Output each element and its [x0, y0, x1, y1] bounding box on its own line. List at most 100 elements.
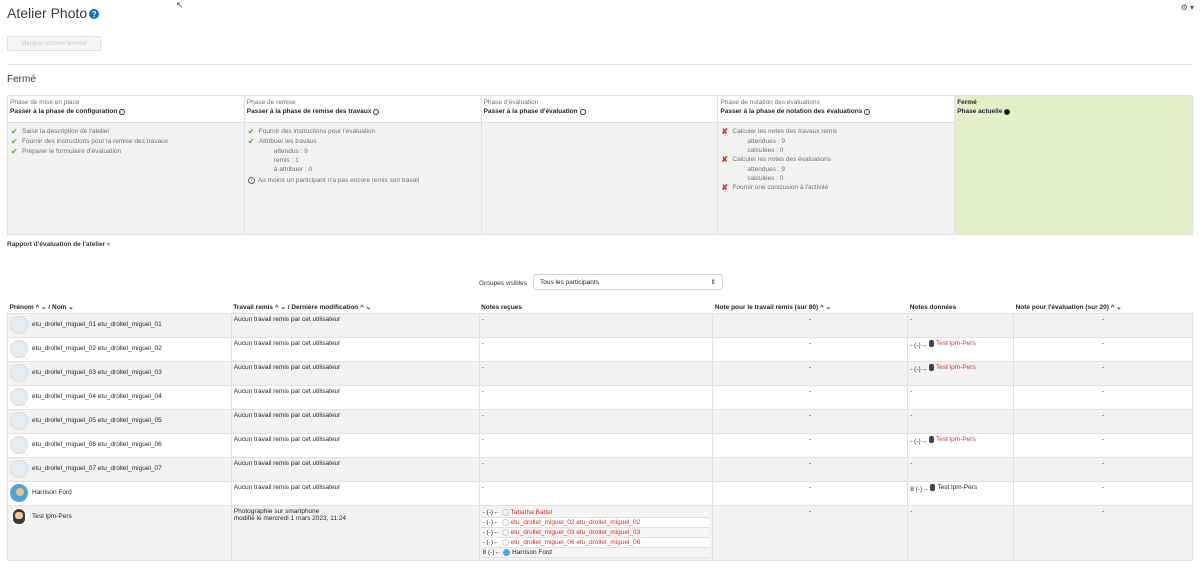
- task-detail: remis : 1: [273, 157, 299, 164]
- received-cell: -: [478, 433, 714, 458]
- task-detail: à attribuer : 0: [273, 166, 313, 173]
- phase-setup-switch[interactable]: Passer à la phase de configuration: [10, 107, 242, 116]
- submission-title-link[interactable]: Photographie sur smartphone: [234, 508, 477, 515]
- column-header-subgrade[interactable]: Note pour le travail remis (sur 80) ^ ⌄: [712, 301, 908, 314]
- task-item[interactable]: ✔ Fournir des instructions pour l'évaluat…: [248, 127, 478, 137]
- divider: [7, 64, 1193, 65]
- sort-up-icon[interactable]: ^: [1111, 304, 1115, 311]
- radio-empty-icon[interactable]: [579, 108, 586, 115]
- avatar[interactable]: [10, 508, 28, 526]
- phase-evaluation: Phase de notation des évaluations Passer…: [718, 96, 956, 234]
- given-link[interactable]: Test lpm-Pers: [928, 436, 976, 443]
- sort-down-icon[interactable]: ⌄: [280, 304, 285, 311]
- assessgrade-cell: -: [1013, 385, 1193, 410]
- phase-submission-switch[interactable]: Passer à la phase de remise des travaux: [247, 107, 479, 116]
- phase-evaluation-switch[interactable]: Passer à la phase de notation des évalua…: [720, 107, 952, 116]
- given-cell: -: [907, 313, 1015, 338]
- received-cell: -: [478, 385, 714, 410]
- user-name-link[interactable]: Harrison Ford: [32, 488, 72, 498]
- given-cell: -: [907, 385, 1015, 410]
- avatar[interactable]: [10, 412, 28, 430]
- avatar[interactable]: [10, 316, 28, 334]
- assessgrade-cell: -: [1013, 457, 1193, 482]
- column-header-assessgrade[interactable]: Note pour l'évaluation (sur 20) ^ ⌄: [1013, 301, 1193, 314]
- check-icon: ✔: [247, 127, 255, 136]
- avatar[interactable]: [10, 364, 28, 382]
- submission-modified: modifié le mercredi 1 mars 2023, 11:24: [233, 515, 347, 522]
- given-link[interactable]: Test lpm-Pers: [928, 364, 976, 371]
- user-name-link[interactable]: etu_drollet_miguel_05 etu_drollet_miguel…: [32, 416, 162, 426]
- task-item[interactable]: ✔ Saisir la description de l'atelier: [11, 127, 241, 137]
- user-name-link[interactable]: etu_drollet_miguel_01 etu_drollet_miguel…: [32, 320, 162, 330]
- column-header-submission[interactable]: Travail remis ^ ⌄ / Dernière modificatio…: [231, 301, 480, 314]
- avatar[interactable]: [10, 460, 28, 478]
- sort-down-icon[interactable]: ⌄: [68, 304, 73, 311]
- given-cell: -: [907, 457, 1015, 482]
- user-name-link[interactable]: etu_drollet_miguel_04 etu_drollet_miguel…: [32, 392, 162, 402]
- task-item[interactable]: ✘ Calculer les notes des évaluations: [721, 155, 951, 165]
- sort-up-icon[interactable]: ^: [360, 304, 364, 311]
- radio-empty-icon[interactable]: [864, 108, 871, 115]
- task-item[interactable]: ✘ Fournir une conclusion à l'activité: [721, 183, 951, 193]
- assessgrade-cell: -: [1013, 409, 1193, 434]
- table-row: etu_drollet_miguel_06 etu_drollet_miguel…: [7, 433, 1193, 458]
- chevron-down-icon: ▾: [106, 242, 110, 248]
- task-item[interactable]: ✔ Fournir des instructions pour la remise…: [11, 137, 241, 147]
- user-avatar-icon: [928, 436, 934, 443]
- received-cell: -: [478, 409, 714, 434]
- mark-done-button[interactable]: Marquer comme terminé: [7, 36, 101, 51]
- help-icon[interactable]: ?: [89, 9, 100, 19]
- avatar[interactable]: [10, 436, 28, 454]
- avatar: [501, 519, 509, 526]
- task-item[interactable]: ✘ Calculer les notes des travaux remis: [721, 127, 951, 137]
- table-row: etu_drollet_miguel_02 etu_drollet_miguel…: [7, 337, 1193, 362]
- received-item: - (-)← Tabatha Battel: [481, 508, 711, 518]
- table-row: etu_drollet_miguel_05 etu_drollet_miguel…: [7, 409, 1193, 434]
- sort-down-icon[interactable]: ⌄: [1116, 304, 1121, 311]
- phase-assessment-name: Phase d'évaluation: [483, 99, 539, 106]
- gear-icon[interactable]: ⚙ ▾: [1181, 3, 1194, 12]
- given-cell: - (-)→ Test lpm-Pers: [907, 337, 1015, 362]
- task-detail: calculées : 0: [747, 175, 784, 182]
- task-item[interactable]: ✔ Attribuer les travaux: [248, 137, 478, 147]
- page-title-text: Atelier Photo: [7, 5, 88, 21]
- groups-select[interactable]: Tous les participants ⇕: [533, 274, 723, 290]
- phase-assessment-switch[interactable]: Passer à la phase d'évaluation: [484, 107, 716, 116]
- sort-down-icon[interactable]: ⌄: [41, 304, 46, 311]
- given-link[interactable]: Test lpm-Pers: [930, 484, 977, 491]
- assessgrade-cell: -: [1013, 337, 1193, 362]
- table-row-submitted: Test lpm-Pers Photographie sur smartphon…: [7, 505, 1193, 561]
- avatar[interactable]: [10, 340, 28, 358]
- cross-icon: ✘: [721, 183, 729, 192]
- cross-icon: ✘: [721, 127, 729, 136]
- given-cell: -: [907, 409, 1015, 434]
- radio-empty-icon[interactable]: [119, 108, 126, 115]
- received-cell: - (-)← Tabatha Battel - (-)← etu_drollet_m…: [478, 505, 714, 561]
- sort-up-icon[interactable]: ^: [275, 304, 279, 311]
- avatar[interactable]: [10, 484, 28, 502]
- phase-assessment-switch-label: Passer à la phase d'évaluation: [483, 108, 578, 115]
- given-link[interactable]: Test lpm-Pers: [928, 340, 976, 347]
- user-name-link[interactable]: etu_drollet_miguel_07 etu_drollet_miguel…: [32, 464, 162, 474]
- report-toggle[interactable]: Rapport d'évaluation de l'atelier ▾: [7, 241, 110, 248]
- user-name-link[interactable]: etu_drollet_miguel_06 etu_drollet_miguel…: [32, 440, 162, 450]
- table-row: etu_drollet_miguel_01 etu_drollet_miguel…: [7, 313, 1193, 338]
- sort-down-icon[interactable]: ⌄: [826, 304, 831, 311]
- sort-down-icon[interactable]: ⌄: [366, 304, 371, 311]
- task-item[interactable]: ✔ Préparer le formulaire d'évaluation: [11, 147, 241, 157]
- user-name-link[interactable]: Test lpm-Pers: [32, 512, 72, 522]
- given-cell: -: [907, 505, 1015, 561]
- user-name-link[interactable]: etu_drollet_miguel_03 etu_drollet_miguel…: [32, 368, 162, 378]
- column-header-given: Notes données: [907, 301, 1014, 314]
- check-icon: ✔: [11, 137, 18, 146]
- received-cell: -: [478, 337, 714, 362]
- column-header-received: Notes reçues: [479, 301, 713, 314]
- subgrade-cell: -: [712, 361, 909, 386]
- radio-empty-icon[interactable]: [373, 108, 380, 115]
- column-header-name[interactable]: Prénom ^ ⌄ / Nom ⌄: [7, 301, 232, 314]
- avatar[interactable]: [10, 388, 28, 406]
- groups-label: Groupes visibles: [479, 280, 528, 287]
- sort-up-icon[interactable]: ^: [36, 304, 40, 311]
- sort-up-icon[interactable]: ^: [820, 304, 824, 311]
- user-name-link[interactable]: etu_drollet_miguel_02 etu_drollet_miguel…: [32, 344, 162, 354]
